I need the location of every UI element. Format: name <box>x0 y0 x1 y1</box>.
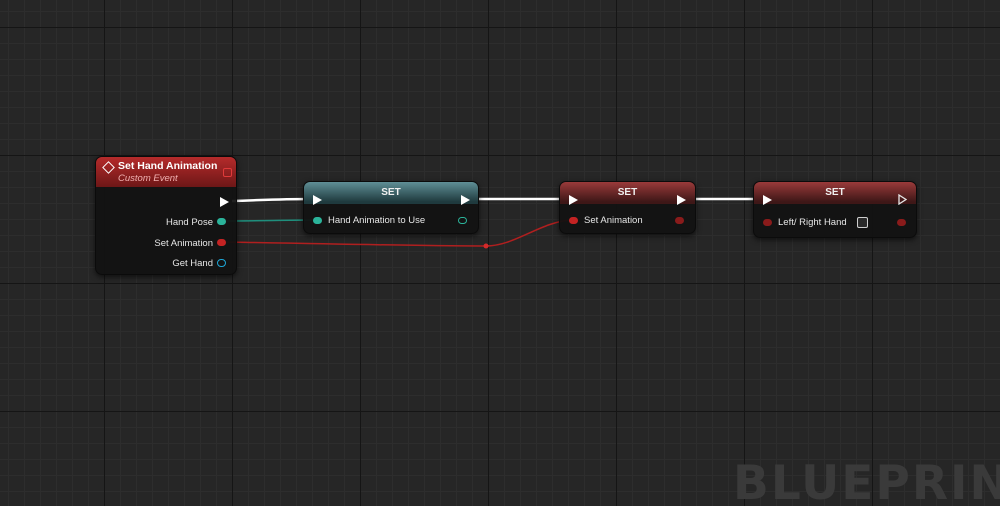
set-node-set-animation[interactable]: SET Set Animation <box>559 181 696 234</box>
exec-output-pin-icon[interactable] <box>677 195 686 205</box>
pin-label-left-right-hand: Left/ Right Hand <box>778 217 847 228</box>
blueprint-watermark: BLUEPRINT <box>733 456 1000 506</box>
left-right-hand-input-pin-icon[interactable] <box>763 219 772 226</box>
pin-label-hand-animation-to-use: Hand Animation to Use <box>328 215 426 226</box>
exec-input-pin-icon[interactable] <box>763 195 772 205</box>
hand-animation-output-pin-icon[interactable] <box>458 217 467 224</box>
set-node-2-header[interactable]: SET <box>560 182 695 204</box>
hand-pose-pin-icon[interactable] <box>217 218 226 225</box>
pin-label-hand-pose: Hand Pose <box>165 217 213 228</box>
event-diamond-icon <box>102 161 115 174</box>
exec-output-empty-pin-icon[interactable] <box>898 194 907 205</box>
left-right-hand-checkbox[interactable] <box>857 217 868 228</box>
blueprint-graph-canvas[interactable]: Set Hand Animation Custom Event Hand Pos… <box>0 0 1000 506</box>
custom-event-node[interactable]: Set Hand Animation Custom Event Hand Pos… <box>95 156 237 275</box>
hand-animation-input-pin-icon[interactable] <box>313 217 322 224</box>
exec-wire-1[interactable] <box>231 197 313 203</box>
set-animation-input-pin-icon[interactable] <box>569 217 578 224</box>
left-right-hand-output-pin-icon[interactable] <box>897 219 906 226</box>
set-node-1-header[interactable]: SET <box>304 182 478 204</box>
pin-label-get-hand: Get Hand <box>172 258 213 269</box>
pin-label-set-animation: Set Animation <box>154 238 213 249</box>
set-animation-output-pin-icon[interactable] <box>675 217 684 224</box>
event-node-subtitle: Custom Event <box>118 173 178 184</box>
pin-label-set-animation-var: Set Animation <box>584 215 643 226</box>
exec-input-pin-icon[interactable] <box>313 195 322 205</box>
exec-output-pin-icon[interactable] <box>220 197 229 207</box>
get-hand-pin-icon[interactable] <box>217 259 226 267</box>
event-node-title: Set Hand Animation <box>118 160 218 172</box>
set-animation-pin-icon[interactable] <box>217 239 226 246</box>
exec-output-pin-icon[interactable] <box>461 195 470 205</box>
delegate-pin-icon[interactable] <box>223 168 232 177</box>
set-node-left-right-hand[interactable]: SET Left/ Right Hand <box>753 181 917 238</box>
set-node-hand-animation[interactable]: SET Hand Animation to Use <box>303 181 479 234</box>
set-node-3-header[interactable]: SET <box>754 182 916 204</box>
exec-input-pin-icon[interactable] <box>569 195 578 205</box>
wire-reroute-dot[interactable] <box>483 243 489 249</box>
event-node-header[interactable]: Set Hand Animation Custom Event <box>96 157 236 187</box>
